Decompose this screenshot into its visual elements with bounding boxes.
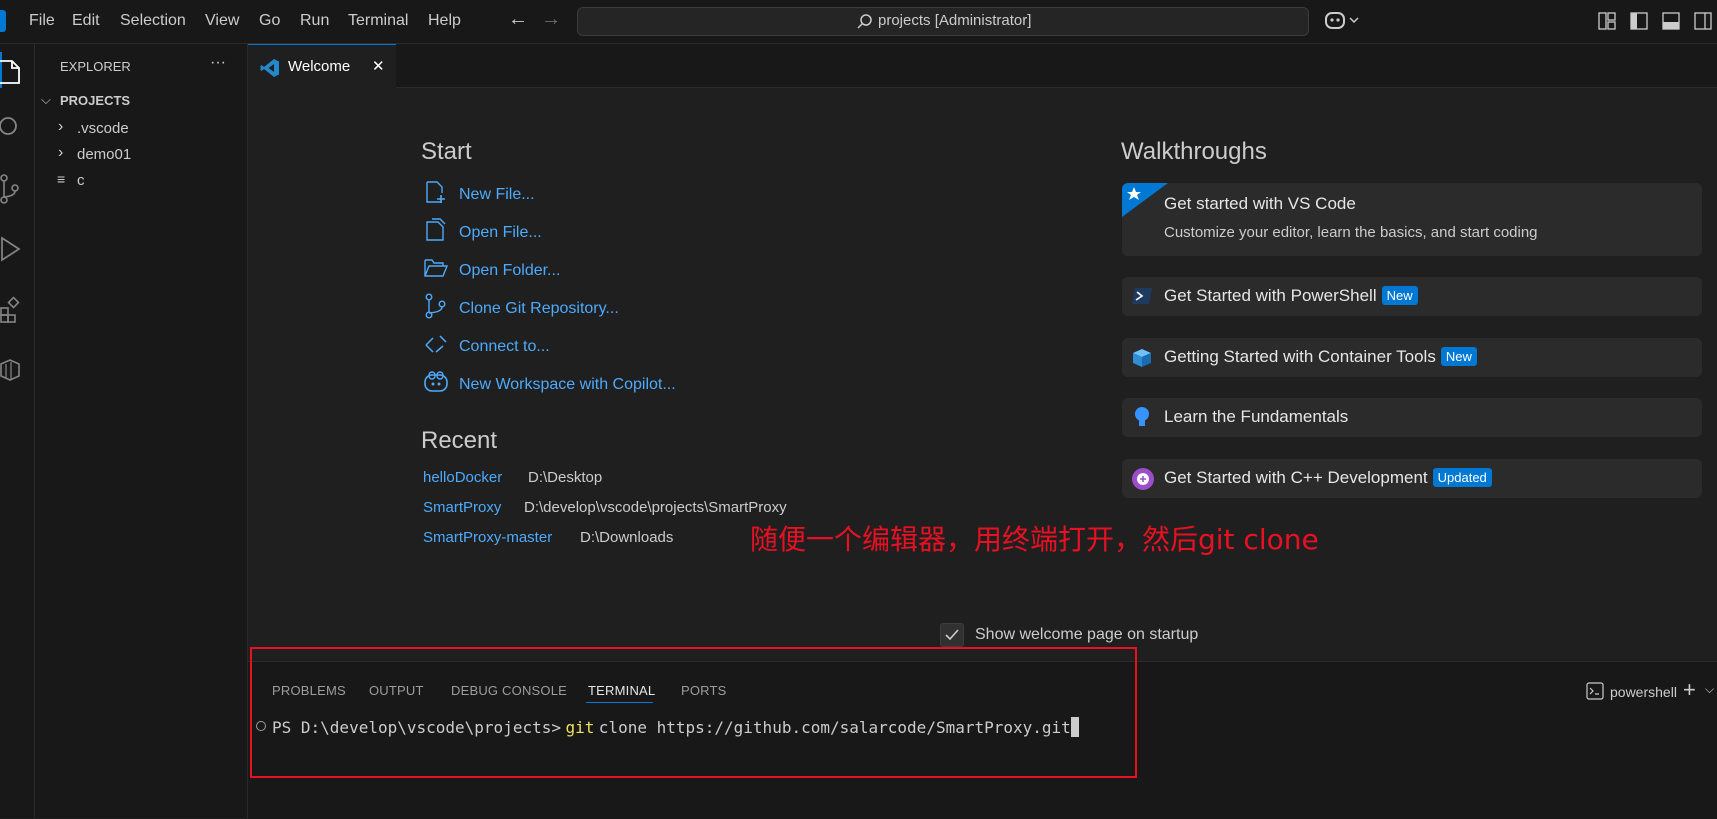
file-lines-icon: ≡ (57, 171, 66, 187)
walkthrough-title: Get started with VS Code (1164, 194, 1356, 213)
recent-item-name[interactable]: SmartProxy (423, 499, 501, 516)
toggle-primary-sidebar-icon[interactable] (1630, 12, 1648, 30)
explorer-icon[interactable] (0, 58, 22, 86)
tree-item-c[interactable]: ≡ c (35, 169, 247, 193)
start-heading: Start (421, 138, 472, 165)
sidebar-more-icon[interactable]: ··· (210, 54, 226, 72)
new-terminal-icon[interactable]: + (1683, 677, 1696, 703)
remote-explorer-icon[interactable] (0, 356, 22, 382)
menu-selection[interactable]: Selection (120, 12, 186, 30)
tree-item-label: .vscode (77, 120, 129, 137)
menu-view[interactable]: View (205, 12, 239, 30)
copilot-icon[interactable] (1324, 10, 1364, 32)
title-bar: File Edit Selection View Go Run Terminal… (0, 0, 1717, 44)
updated-badge: Updated (1432, 468, 1492, 487)
run-debug-icon[interactable] (0, 236, 22, 264)
source-control-icon[interactable] (0, 174, 22, 204)
menu-edit[interactable]: Edit (72, 12, 100, 30)
open-file-link[interactable]: Open File... (459, 224, 542, 242)
clone-repo-link[interactable]: Clone Git Repository... (459, 300, 619, 318)
startup-checkbox[interactable] (940, 623, 964, 647)
section-header[interactable]: ⌵ PROJECTS (35, 90, 247, 112)
new-badge: New (1440, 347, 1477, 366)
walkthrough-desc: Customize your editor, learn the basics,… (1164, 224, 1538, 241)
chevron-right-icon: › (58, 118, 64, 135)
walkthrough-title: Get Started with PowerShell New (1164, 286, 1418, 306)
open-folder-icon (424, 259, 448, 277)
walkthrough-vscode[interactable]: Get started with VS Code Customize your … (1122, 183, 1702, 256)
search-icon (857, 14, 872, 29)
recent-item-name[interactable]: SmartProxy-master (423, 529, 552, 546)
search-view-icon[interactable] (0, 116, 22, 142)
walkthroughs-heading: Walkthroughs (1121, 138, 1267, 165)
command-center[interactable]: projects [Administrator] (577, 7, 1309, 36)
walkthrough-title: Get Started with C++ Development Updated (1164, 468, 1492, 488)
red-annotation-text: 随便一个编辑器，用终端打开，然后git clone (750, 523, 1319, 556)
menu-file[interactable]: File (29, 12, 55, 30)
tab-label: Welcome (288, 58, 351, 75)
customize-layout-icon[interactable] (1598, 12, 1616, 30)
vscode-logo-icon (0, 10, 6, 32)
lightbulb-icon (1135, 407, 1149, 426)
vscode-icon (260, 59, 279, 77)
sidebar-title: EXPLORER (60, 59, 131, 74)
tree-item-label: c (77, 172, 85, 189)
sidebar: EXPLORER ··· ⌵ PROJECTS › .vscode › demo… (35, 44, 248, 818)
chevron-down-icon: ⌵ (41, 92, 51, 107)
section-title: PROJECTS (60, 93, 131, 108)
new-file-link[interactable]: New File... (459, 186, 535, 204)
walkthrough-cpp[interactable]: Get Started with C++ Development Updated (1122, 459, 1702, 498)
terminal-icon (1586, 682, 1604, 700)
clone-repo-icon (425, 293, 446, 319)
tab-welcome[interactable]: Welcome ✕ (248, 44, 396, 89)
red-highlight-box (250, 647, 1137, 778)
new-badge: New (1381, 286, 1418, 305)
tree-item-vscode[interactable]: › .vscode (35, 117, 247, 141)
walkthrough-container-tools[interactable]: Getting Started with Container Tools New (1122, 338, 1702, 377)
new-file-icon (426, 181, 445, 203)
container-cube-icon (1133, 349, 1151, 367)
extensions-icon[interactable] (0, 296, 22, 324)
tree-item-demo01[interactable]: › demo01 (35, 143, 247, 167)
recent-heading: Recent (421, 427, 498, 454)
recent-item-path: D:\Desktop (528, 469, 603, 486)
walkthrough-title: Learn the Fundamentals (1164, 407, 1349, 426)
remote-connect-icon (425, 335, 447, 353)
terminal-shell-label[interactable]: powershell (1610, 684, 1677, 700)
recent-item-name[interactable]: helloDocker (423, 469, 502, 486)
connect-to-link[interactable]: Connect to... (459, 338, 550, 356)
toggle-secondary-sidebar-icon[interactable] (1694, 12, 1712, 30)
cpp-icon (1132, 468, 1154, 490)
checkmark-icon (945, 629, 959, 641)
back-arrow-icon[interactable]: ← (508, 8, 528, 31)
menu-help[interactable]: Help (428, 12, 461, 30)
powershell-icon (1132, 288, 1152, 304)
copilot-icon (424, 371, 448, 392)
recent-item-path: D:\Downloads (580, 529, 674, 546)
tree-item-label: demo01 (77, 146, 132, 163)
recent-item-path: D:\develop\vscode\projects\SmartProxy (524, 499, 787, 516)
star-badge-icon (1122, 183, 1168, 217)
walkthrough-fundamentals[interactable]: Learn the Fundamentals (1122, 398, 1702, 437)
new-workspace-link[interactable]: New Workspace with Copilot... (459, 376, 676, 394)
chevron-right-icon: › (58, 144, 64, 161)
command-center-label: projects [Administrator] (878, 12, 1032, 29)
menu-terminal[interactable]: Terminal (348, 12, 408, 30)
walkthrough-title: Getting Started with Container Tools New (1164, 347, 1477, 367)
toggle-panel-icon[interactable] (1662, 12, 1680, 30)
open-folder-link[interactable]: Open Folder... (459, 262, 560, 280)
walkthrough-powershell[interactable]: Get Started with PowerShell New (1122, 277, 1702, 316)
forward-arrow-icon[interactable]: → (541, 8, 561, 31)
menu-run[interactable]: Run (300, 12, 329, 30)
editor-tab-bar: Welcome ✕ (248, 44, 1717, 89)
chevron-down-icon[interactable]: ⌵ (1705, 682, 1714, 697)
startup-checkbox-label: Show welcome page on startup (975, 626, 1199, 643)
activity-bar (0, 44, 35, 818)
open-file-icon (426, 218, 446, 241)
menu-go[interactable]: Go (259, 12, 280, 30)
close-icon[interactable]: ✕ (372, 57, 385, 75)
